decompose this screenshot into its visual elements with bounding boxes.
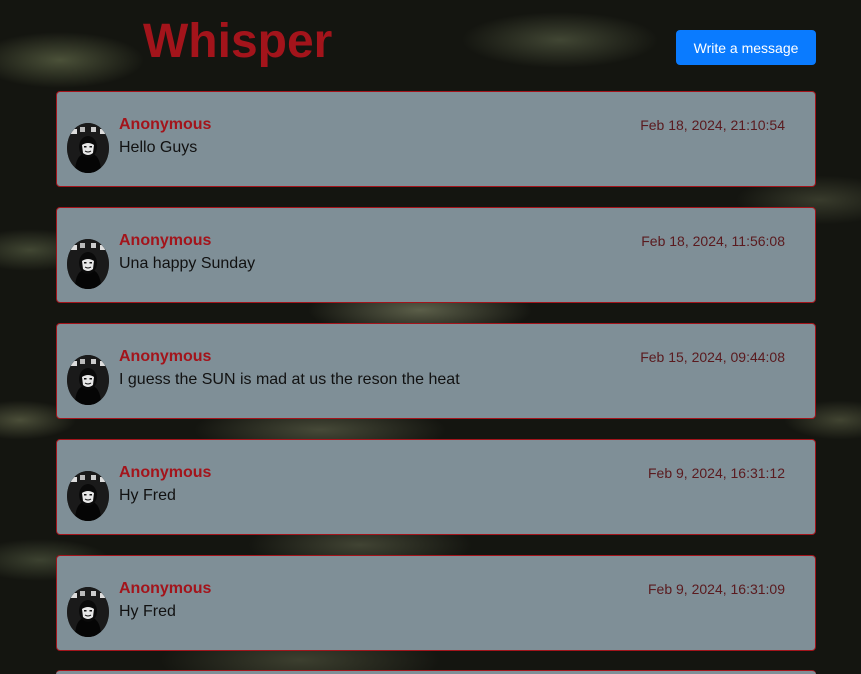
- avatar: [67, 355, 109, 405]
- app-title: Whisper: [143, 15, 333, 68]
- message-timestamp: Feb 18, 2024, 11:56:08: [641, 233, 785, 249]
- message-timestamp: Feb 15, 2024, 09:44:08: [640, 349, 785, 365]
- avatar: [67, 587, 109, 637]
- message-text: I guess the SUN is mad at us the reson t…: [119, 371, 460, 388]
- message-card: Anonymous Feb 18, 2024, 11:56:08 Una hap…: [56, 207, 816, 303]
- message-text: Una happy Sunday: [119, 255, 256, 272]
- message-timestamp: Feb 18, 2024, 21:10:54: [640, 117, 785, 133]
- message-card: Anonymous Feb 9, 2024, 16:31:12 Hy Fred: [56, 439, 816, 535]
- anonymous-mask-icon: [67, 355, 109, 405]
- message-card: Anonymous Feb 18, 2024, 21:10:54 Hello G…: [56, 91, 816, 187]
- message-author: Anonymous: [119, 232, 212, 249]
- message-author: Anonymous: [119, 580, 212, 597]
- message-text: Hello Guys: [119, 139, 198, 156]
- message-text: Hy Fred: [119, 603, 176, 620]
- anonymous-mask-icon: [67, 123, 109, 173]
- write-message-button[interactable]: Write a message: [676, 30, 816, 65]
- message-timestamp: Feb 9, 2024, 16:31:12: [648, 465, 785, 481]
- avatar: [67, 123, 109, 173]
- message-card: Anonymous Feb 9, 2024, 16:31:09 Hy Fred: [56, 555, 816, 651]
- message-card: Anonymous Feb 15, 2024, 09:44:08 I guess…: [56, 323, 816, 419]
- message-author: Anonymous: [119, 116, 212, 133]
- message-timestamp: Feb 9, 2024, 16:31:09: [648, 581, 785, 597]
- message-author: Anonymous: [119, 348, 212, 365]
- avatar: [67, 239, 109, 289]
- message-author: Anonymous: [119, 464, 212, 481]
- anonymous-mask-icon: [67, 471, 109, 521]
- anonymous-mask-icon: [67, 587, 109, 637]
- message-feed: Anonymous Feb 18, 2024, 21:10:54 Hello G…: [56, 91, 816, 671]
- anonymous-mask-icon: [67, 239, 109, 289]
- avatar: [67, 471, 109, 521]
- message-text: Hy Fred: [119, 487, 176, 504]
- header: Whisper Write a message: [0, 0, 861, 84]
- message-card-partial: [56, 670, 816, 674]
